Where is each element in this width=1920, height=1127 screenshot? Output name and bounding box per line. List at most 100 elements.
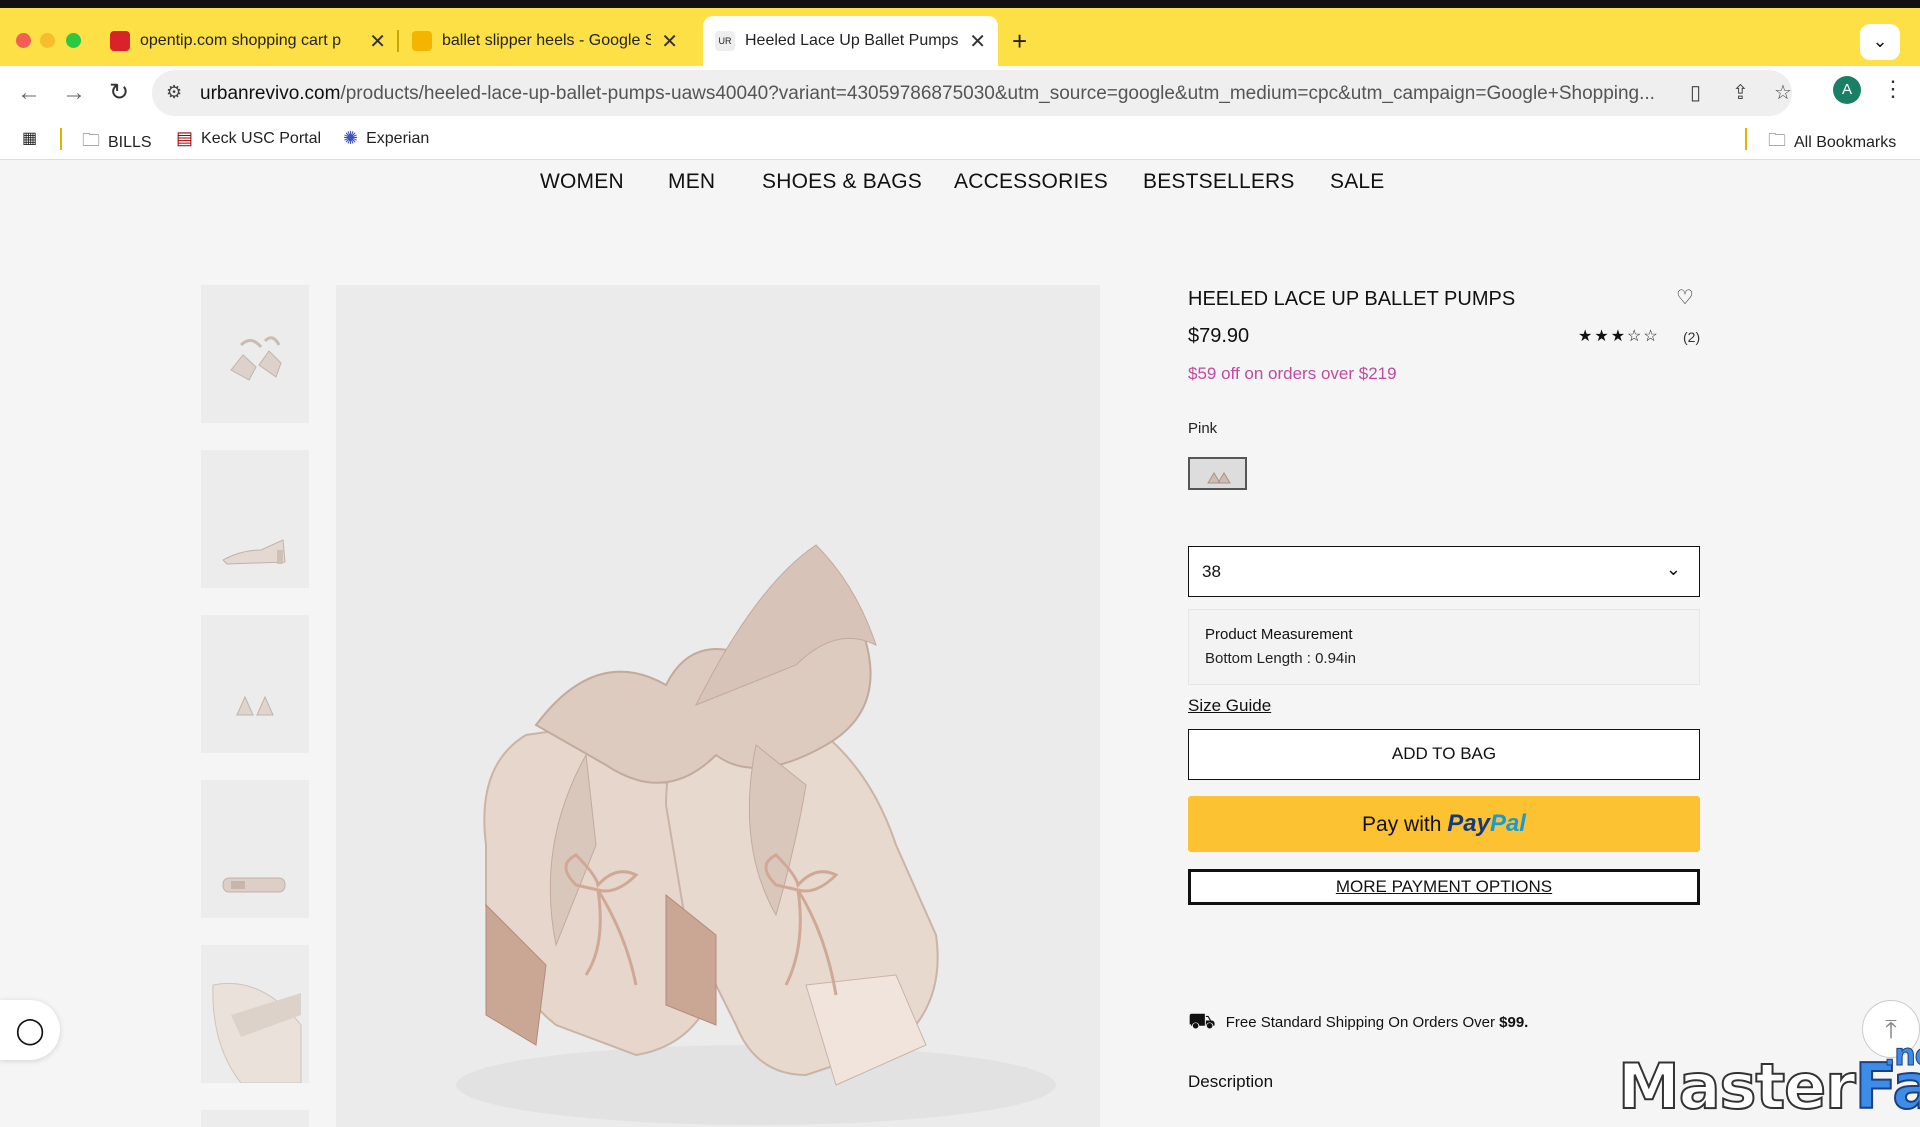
nav-women[interactable]: WOMEN	[540, 170, 624, 194]
url-path: /products/heeled-lace-up-ballet-pumps-ua…	[340, 83, 1655, 104]
star-empty-icon: ☆	[1627, 328, 1644, 345]
measurement-title: Product Measurement	[1205, 626, 1353, 643]
bookmark-label: Experian	[366, 129, 430, 147]
star-filled-icon: ★	[1578, 328, 1595, 345]
tab-title: ballet slipper heels - Google S	[442, 32, 652, 49]
folder-icon: 🗀	[1768, 130, 1786, 150]
add-to-bag-button[interactable]: ADD TO BAG	[1188, 729, 1700, 780]
close-window-button[interactable]	[16, 33, 31, 48]
review-count[interactable]: (2)	[1683, 329, 1700, 345]
tab-divider	[397, 30, 399, 52]
tab-strip: opentip.com shopping cart p ✕ ballet sli…	[0, 8, 1920, 66]
site-info-icon[interactable]: ⚙	[166, 82, 182, 103]
rating-stars[interactable]: ★★★☆☆	[1578, 326, 1660, 346]
tab-search-button[interactable]: ⌄	[1860, 24, 1900, 60]
chevron-down-icon: ⌄	[1665, 559, 1681, 579]
tab-urbanrevivo[interactable]: UR Heeled Lace Up Ballet Pumps ✕	[703, 16, 998, 66]
product-thumbnail[interactable]	[201, 450, 309, 588]
bookmarks-bar: ▦ 🗀 BILLS ▤ Keck USC Portal ✺ Experian 🗀 All…	[0, 120, 1920, 160]
bookmark-star-icon[interactable]: ☆	[1774, 80, 1792, 105]
forward-button[interactable]: →	[57, 76, 91, 110]
size-guide-link[interactable]: Size Guide	[1188, 696, 1271, 716]
shipping-amount: $99.	[1499, 1014, 1529, 1031]
nav-shoes-bags[interactable]: SHOES & BAGS	[762, 170, 922, 194]
minimize-window-button[interactable]	[40, 33, 55, 48]
all-bookmarks-label: All Bookmarks	[1794, 134, 1897, 151]
folder-icon: 🗀	[82, 130, 100, 150]
new-tab-button[interactable]: +	[1012, 26, 1027, 57]
ballet-pump-illustration	[456, 544, 1056, 1125]
opentip-favicon-icon	[110, 31, 130, 51]
description-heading[interactable]: Description	[1188, 1072, 1273, 1092]
promo-text: $59 off on orders over $219	[1188, 364, 1397, 383]
measurement-value: 0.94in	[1315, 650, 1356, 667]
tab-title: Heeled Lace Up Ballet Pumps	[745, 32, 959, 49]
watermark-text: Master	[1617, 1049, 1857, 1124]
wishlist-heart-icon[interactable]: ♡	[1676, 285, 1694, 310]
url-text[interactable]: urbanrevivo.com/products/heeled-lace-up-…	[200, 83, 1670, 105]
size-select-value: 38	[1202, 562, 1221, 581]
maximize-window-button[interactable]	[66, 33, 81, 48]
browser-toolbar: ← → ↻ ⚙ urbanrevivo.com/products/heeled-…	[0, 66, 1920, 120]
tab-close-icon[interactable]: ✕	[661, 29, 678, 54]
reload-button[interactable]: ↻	[102, 76, 136, 110]
product-thumbnail[interactable]	[201, 1110, 309, 1127]
tab-close-icon[interactable]: ✕	[969, 29, 986, 54]
measurement-row: Bottom Length : 0.94in	[1205, 650, 1356, 667]
nav-sale[interactable]: SALE	[1330, 170, 1385, 194]
profile-avatar[interactable]: A	[1833, 76, 1861, 104]
measurement-label: Bottom Length :	[1205, 650, 1311, 667]
back-button[interactable]: ←	[12, 76, 46, 110]
apps-grid-icon[interactable]: ▦	[22, 128, 37, 148]
chat-bubble-icon[interactable]: ◯	[0, 1000, 60, 1060]
product-thumbnail[interactable]	[201, 780, 309, 918]
tab-title: opentip.com shopping cart p	[140, 32, 342, 49]
shipping-text: Free Standard Shipping On Orders Over	[1225, 1014, 1495, 1031]
product-main-image[interactable]	[336, 285, 1100, 1127]
product-thumbnail[interactable]	[201, 615, 309, 753]
product-measurement-panel: Product Measurement Bottom Length : 0.94…	[1188, 609, 1700, 685]
watermark-text: .net	[1883, 1038, 1920, 1074]
product-title: HEELED LACE UP BALLET PUMPS	[1188, 288, 1516, 310]
product-thumbnail[interactable]	[201, 285, 309, 423]
truck-icon: ⛟	[1188, 1008, 1216, 1033]
color-label: Pink	[1188, 420, 1218, 437]
google-shopping-favicon-icon	[412, 31, 432, 51]
bookmark-bills[interactable]: 🗀 BILLS	[82, 128, 152, 158]
paypal-logo-part-2: Pal	[1489, 810, 1526, 837]
share-icon[interactable]: ⇪	[1732, 80, 1749, 105]
experian-icon: ✺	[343, 128, 359, 148]
clipboard-icon[interactable]: ▯	[1690, 80, 1701, 105]
watermark-logo: MasterFap.net	[1617, 1038, 1920, 1125]
url-host: urbanrevivo.com	[200, 83, 341, 104]
tab-opentip[interactable]: opentip.com shopping cart p ✕	[98, 16, 398, 66]
bookmark-label: BILLS	[108, 134, 152, 151]
more-payment-options-button[interactable]: MORE PAYMENT OPTIONS	[1188, 869, 1700, 905]
bookmark-divider	[1745, 128, 1747, 150]
browser-menu-icon[interactable]: ⋮	[1882, 76, 1904, 102]
star-filled-icon: ★	[1594, 328, 1611, 345]
paypal-logo-part-1: Pay	[1447, 810, 1490, 837]
color-swatch-pink[interactable]	[1188, 457, 1247, 490]
product-thumbnail[interactable]	[201, 945, 309, 1084]
urbanrevivo-favicon-icon: UR	[715, 31, 735, 51]
nav-bestsellers[interactable]: BESTSELLERS	[1143, 170, 1295, 194]
bookmark-label: Keck USC Portal	[201, 129, 322, 147]
usc-icon: ▤	[176, 128, 194, 148]
bookmark-experian[interactable]: ✺ Experian	[343, 128, 429, 149]
address-bar[interactable]: ⚙ urbanrevivo.com/products/heeled-lace-u…	[152, 70, 1792, 116]
paypal-button[interactable]: Pay with PayPal	[1188, 796, 1700, 852]
nav-accessories[interactable]: ACCESSORIES	[954, 170, 1108, 194]
all-bookmarks-button[interactable]: 🗀 All Bookmarks	[1768, 128, 1896, 158]
paypal-pay-with-label: Pay with	[1362, 813, 1442, 836]
product-price: $79.90	[1188, 325, 1250, 347]
star-empty-icon: ☆	[1643, 328, 1660, 345]
tab-close-icon[interactable]: ✕	[369, 29, 386, 54]
category-nav: WOMEN MEN SHOES & BAGS ACCESSORIES BESTS…	[0, 160, 1920, 206]
window-top-bar	[0, 0, 1920, 8]
star-filled-icon: ★	[1610, 328, 1628, 345]
bookmark-keck-usc[interactable]: ▤ Keck USC Portal	[176, 128, 321, 149]
tab-google-search[interactable]: ballet slipper heels - Google S ✕	[400, 16, 690, 66]
nav-men[interactable]: MEN	[668, 170, 715, 194]
size-select[interactable]: 38 ⌄	[1188, 546, 1700, 597]
